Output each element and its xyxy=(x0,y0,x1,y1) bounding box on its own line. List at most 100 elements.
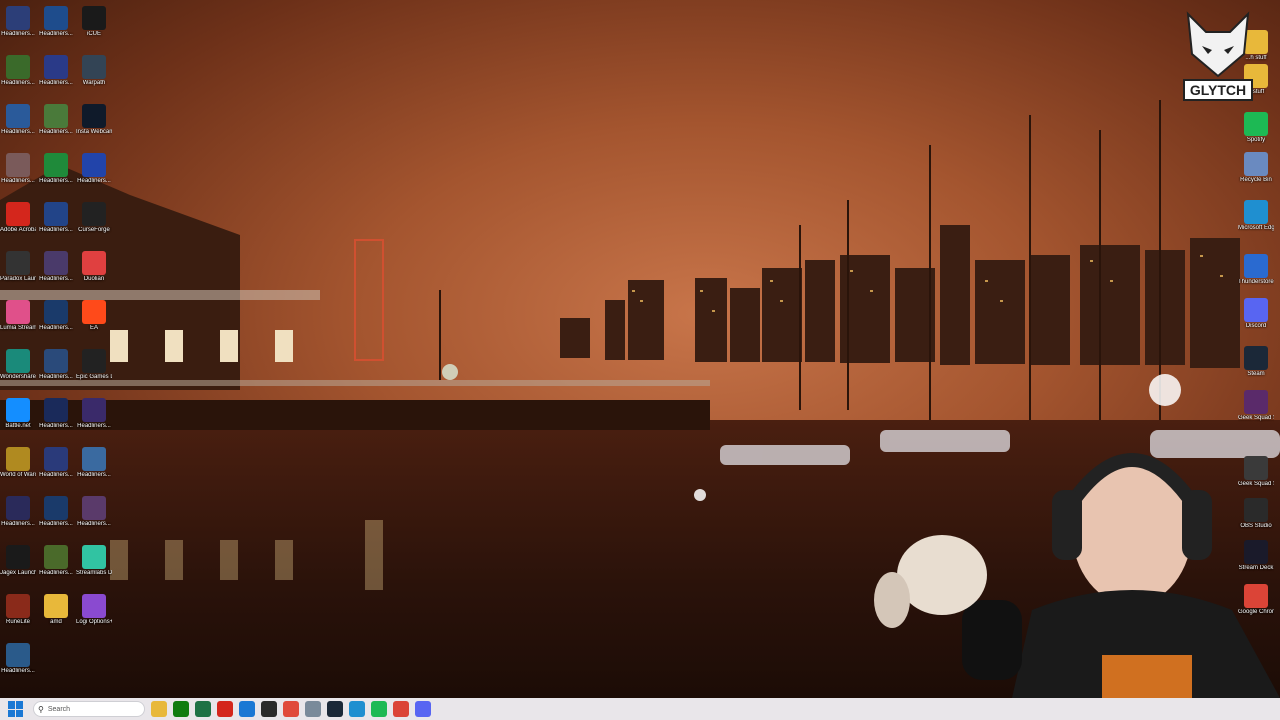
jagex-icon xyxy=(6,545,30,569)
webcam-overlay xyxy=(862,400,1280,698)
desktop-icon-image-file[interactable]: Headliners... xyxy=(38,202,74,234)
desktop-icon-ea[interactable]: EA xyxy=(76,300,112,332)
desktop-icon-image-file[interactable]: Headliners... xyxy=(38,55,74,87)
streamer-webcam-feed xyxy=(874,453,1280,698)
app-icon xyxy=(82,251,106,275)
start-button[interactable] xyxy=(8,701,24,717)
desktop-icon-battlenet[interactable]: Battle.net xyxy=(0,398,36,430)
image-file-icon xyxy=(82,447,106,471)
desktop-icon-jagex[interactable]: Jagex Launcher xyxy=(0,545,36,577)
desktop-icon-spotify[interactable]: Spotify xyxy=(1238,112,1274,144)
image-file-icon xyxy=(6,55,30,79)
acrobat-icon xyxy=(6,202,30,226)
desktop-icon-wow[interactable]: World of Warcraft xyxy=(0,447,36,479)
desktop-icon-image-file[interactable]: Headliners... xyxy=(76,153,112,185)
desktop-icon-label: Headliners... xyxy=(39,374,73,380)
desktop-icon-image-file[interactable]: Headliners... xyxy=(76,496,112,528)
steam-icon[interactable] xyxy=(327,701,343,717)
image-file-icon xyxy=(6,153,30,177)
desktop-icon-image-file[interactable]: Headliners... xyxy=(38,251,74,283)
image-file-icon xyxy=(6,496,30,520)
xbox-icon[interactable] xyxy=(173,701,189,717)
desktop-icon-image-file[interactable]: Headliners... xyxy=(38,6,74,38)
desktop-icon-icue[interactable]: iCUE xyxy=(76,6,112,38)
taskbar-search-box[interactable]: ⚲ Search xyxy=(33,701,145,717)
acrobat-icon[interactable] xyxy=(217,701,233,717)
desktop-icon-image-file[interactable]: Headliners... xyxy=(0,496,36,528)
image-file-icon xyxy=(44,251,68,275)
folder-icon xyxy=(44,594,68,618)
calculator-icon[interactable] xyxy=(239,701,255,717)
obs-icon[interactable] xyxy=(261,701,277,717)
desktop-icon-label: Headliners... xyxy=(1,31,35,37)
desktop-icon-label: Headliners... xyxy=(39,472,73,478)
desktop-icon-image-file[interactable]: Headliners... xyxy=(38,496,74,528)
desktop-icon-curseforge[interactable]: CurseForge xyxy=(76,202,112,234)
chrome-canary-icon[interactable] xyxy=(305,701,321,717)
desktop-icon-image-file[interactable]: Headliners... xyxy=(0,55,36,87)
desktop-icon-label: Headliners... xyxy=(39,227,73,233)
desktop-icon-warpath[interactable]: Warpath xyxy=(76,55,112,87)
desktop-icon-logi[interactable]: Logi Options+ xyxy=(76,594,112,626)
edge-icon[interactable] xyxy=(349,701,365,717)
image-file-icon xyxy=(44,496,68,520)
desktop-icon-filmora[interactable]: Wondershare Filmora 14 xyxy=(0,349,36,381)
desktop-icon-image-file[interactable]: Headliners... xyxy=(76,398,112,430)
desktop-icon-recycle-bin[interactable]: Recycle Bin xyxy=(1238,152,1274,184)
desktop-icon-image-file[interactable]: Headliners... xyxy=(38,447,74,479)
desktop-icon-discord[interactable]: Discord xyxy=(1238,298,1274,330)
desktop-icon-image-file[interactable]: Headliners... xyxy=(38,398,74,430)
desktop-icon-app[interactable]: Duolian xyxy=(76,251,112,283)
desktop-icon-thunderstore[interactable]: Thunderstore Mod Mana... xyxy=(1238,254,1274,286)
desktop-icon-image-file[interactable]: Headliners... xyxy=(0,104,36,136)
desktop-icon-label: Steam xyxy=(1247,371,1265,377)
desktop-icon-label: Headliners... xyxy=(39,325,73,331)
desktop-icon-image-file[interactable]: Headliners... xyxy=(38,349,74,381)
discord-icon[interactable] xyxy=(415,701,431,717)
image-file-icon xyxy=(6,6,30,30)
desktop-icon-edge[interactable]: Microsoft Edge xyxy=(1238,200,1274,232)
desktop-icon-label: Headliners... xyxy=(1,80,35,86)
lumia-icon xyxy=(6,300,30,324)
desktop-icon-folder[interactable]: amd xyxy=(38,594,74,626)
glytch-fox-logo: GLYTCH xyxy=(1183,11,1253,101)
desktop-icon-webcam[interactable]: Insta Webcam xyxy=(76,104,112,136)
desktop-icon-label: Duolian xyxy=(83,276,105,282)
desktop-icon-label: Headliners... xyxy=(39,521,73,527)
warpath-icon xyxy=(82,55,106,79)
desktop-icon-steam[interactable]: Steam xyxy=(1238,346,1274,378)
desktop-icon-image-file[interactable]: Headliners... xyxy=(38,545,74,577)
chrome-icon[interactable] xyxy=(393,701,409,717)
image-file-icon xyxy=(82,496,106,520)
desktop-icon-lumia[interactable]: Lumia Stream xyxy=(0,300,36,332)
desktop-icon-acrobat[interactable]: Adobe Acrobat xyxy=(0,202,36,234)
logi-icon xyxy=(82,594,106,618)
desktop-icon-image-file[interactable]: Headliners... xyxy=(38,104,74,136)
desktop-icon-epic[interactable]: Epic Games Launcher xyxy=(76,349,112,381)
image-file-icon xyxy=(44,202,68,226)
spotify-icon[interactable] xyxy=(371,701,387,717)
file-explorer-icon[interactable] xyxy=(151,701,167,717)
icue-icon xyxy=(82,6,106,30)
excel-icon[interactable] xyxy=(195,701,211,717)
battlenet-icon xyxy=(6,398,30,422)
desktop-icon-image-file[interactable]: Headliners... xyxy=(38,153,74,185)
desktop-icon-label: Streamlabs Desktop xyxy=(76,570,112,576)
desktop-icon-label: Headliners... xyxy=(77,423,111,429)
curseforge-icon xyxy=(82,202,106,226)
desktop-icon-label: Headliners... xyxy=(39,570,73,576)
desktop-icon-paradox[interactable]: Paradox Launcher v2 xyxy=(0,251,36,283)
desktop-icon-label: Headliners... xyxy=(39,129,73,135)
desktop-icon-image-file[interactable]: Headliners... xyxy=(76,447,112,479)
desktop-icon-label: Thunderstore Mod Mana... xyxy=(1238,279,1274,285)
desktop-icon-image-file[interactable]: Headliners... xyxy=(0,643,36,675)
desktop-icon-image-file[interactable]: Headliners... xyxy=(38,300,74,332)
desktop-icon-label: Headliners... xyxy=(1,668,35,674)
desktop-icon-streamlabs[interactable]: Streamlabs Desktop xyxy=(76,545,112,577)
image-file-icon xyxy=(44,104,68,128)
desktop-icon-runelite[interactable]: RuneLite xyxy=(0,594,36,626)
desktop-icon-image-file[interactable]: Headliners... xyxy=(0,153,36,185)
desktop-icon-label: Insta Webcam xyxy=(76,129,112,135)
desktop-icon-image-file[interactable]: Headliners... xyxy=(0,6,36,38)
paint-icon[interactable] xyxy=(283,701,299,717)
